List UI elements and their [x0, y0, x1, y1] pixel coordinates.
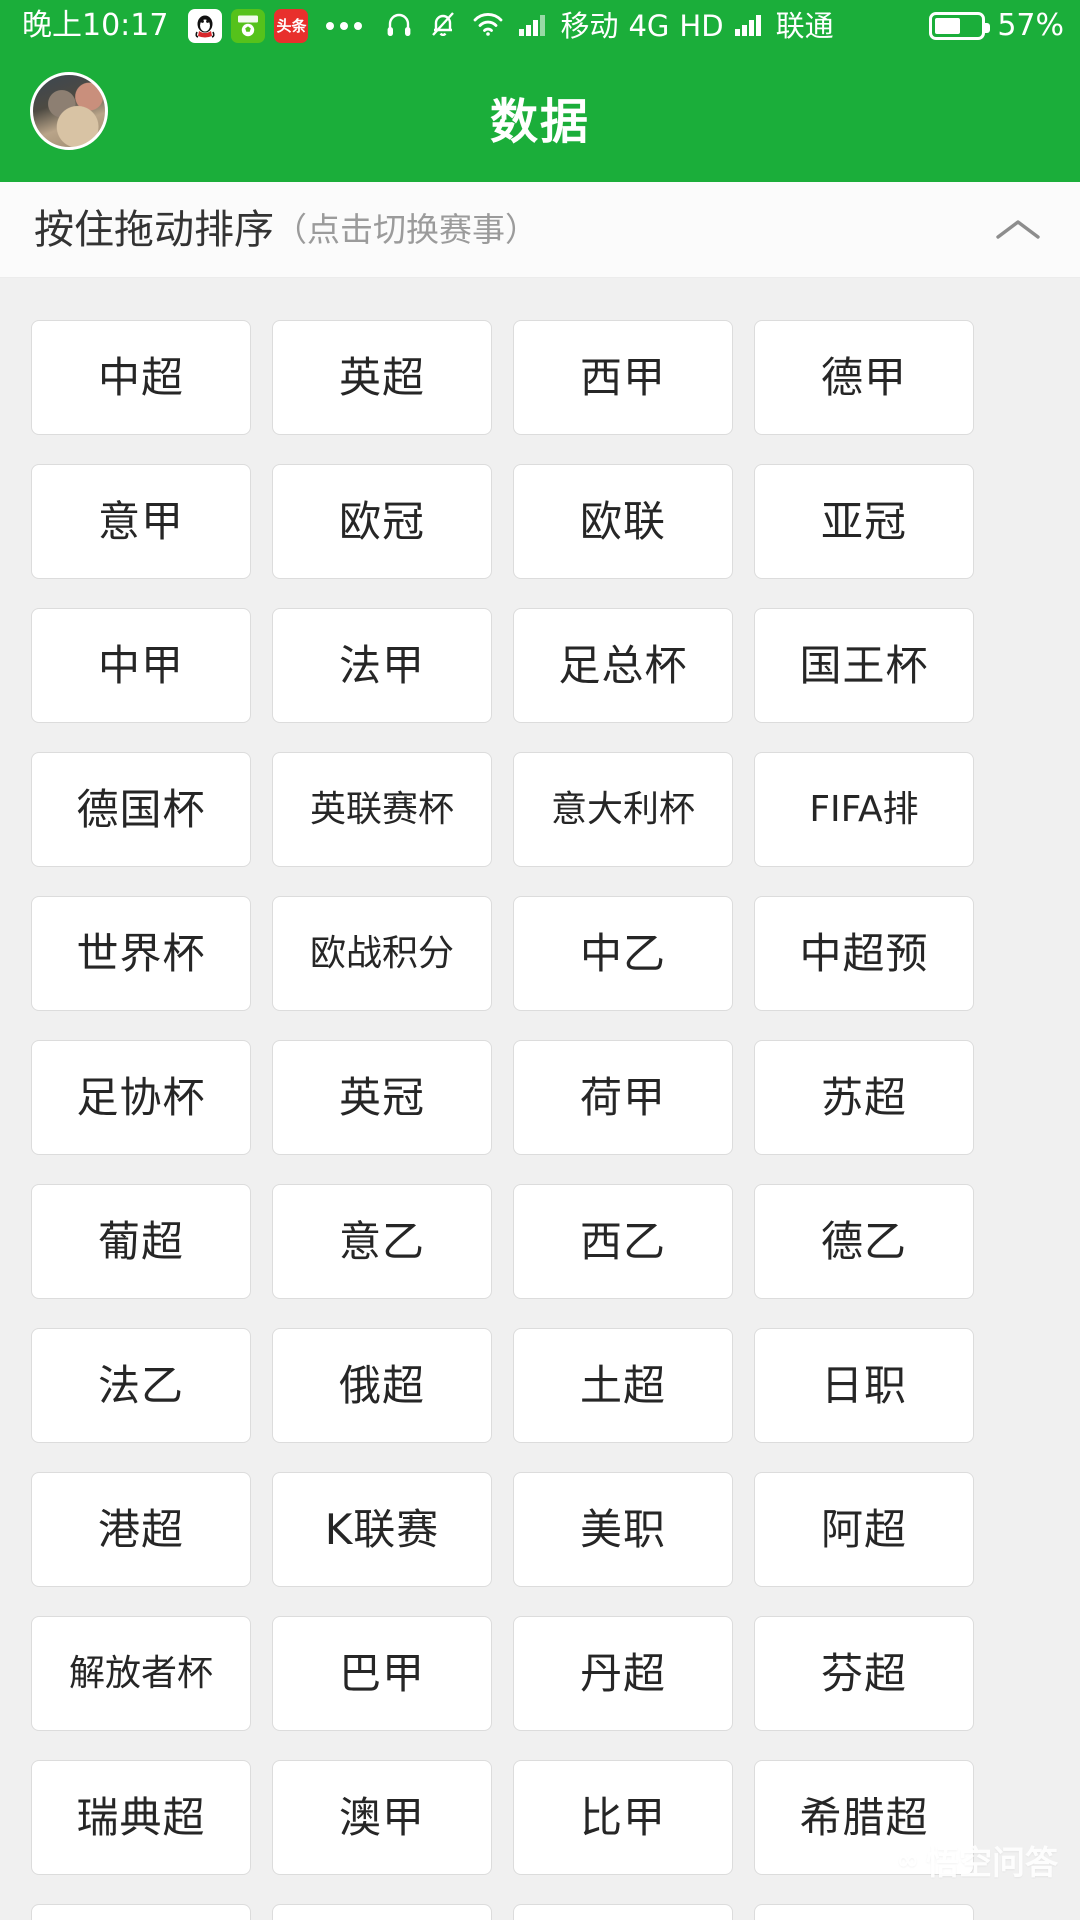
league-tile[interactable]: 亚冠	[754, 464, 974, 579]
league-tile[interactable]: 美职	[513, 1472, 733, 1587]
league-tile[interactable]: 德国杯	[31, 752, 251, 867]
league-tile[interactable]: 德乙	[754, 1184, 974, 1299]
league-tile[interactable]: 欧战积分	[272, 896, 492, 1011]
chevron-up-icon[interactable]	[990, 202, 1046, 258]
league-tile[interactable]: 西甲	[513, 320, 733, 435]
network-type-label: 4G	[628, 8, 670, 43]
signal-bars-2-icon	[734, 11, 766, 41]
league-tile[interactable]: 西乙	[513, 1184, 733, 1299]
league-tile[interactable]	[31, 1904, 251, 1920]
league-tile[interactable]: 巴甲	[272, 1616, 492, 1731]
league-tile[interactable]: 中超	[31, 320, 251, 435]
toutiao-icon: 头条	[274, 9, 309, 43]
battery-icon	[929, 12, 991, 40]
league-tile[interactable]: 荷甲	[513, 1040, 733, 1155]
league-grid: 中超 英超 西甲 德甲意甲 欧冠 欧联 亚冠中甲 法甲 足总杯 国王杯德国杯 英联赛杯 意大利杯 FIF…	[0, 279, 1080, 1920]
league-tile[interactable]: 国王杯	[754, 608, 974, 723]
league-tile[interactable]: 意大利杯	[513, 752, 733, 867]
carrier-1-label: 移动	[560, 8, 619, 43]
league-tile[interactable]: 欧联	[513, 464, 733, 579]
league-tile[interactable]: 德甲	[754, 320, 974, 435]
league-tile[interactable]: 瑞典超	[31, 1760, 251, 1875]
page-title: 数据	[489, 94, 590, 150]
league-tile[interactable]: K联赛	[272, 1472, 492, 1587]
league-tile[interactable]: 欧冠	[272, 464, 492, 579]
league-tile[interactable]: 意乙	[272, 1184, 492, 1299]
league-tile[interactable]: 丹超	[513, 1616, 733, 1731]
notification-app-icons: 头条	[188, 9, 309, 43]
league-tile[interactable]: 法甲	[272, 608, 492, 723]
sort-bar-main-label: 按住拖动排序	[34, 206, 274, 253]
league-tile[interactable]: 苏超	[754, 1040, 974, 1155]
league-tile[interactable]: 足协杯	[31, 1040, 251, 1155]
status-bar-icon-group	[384, 9, 550, 43]
carrier-2-label: 联通	[775, 8, 834, 43]
status-bar-clock: 晚上10:17	[22, 8, 169, 43]
football-app-icon	[231, 9, 266, 43]
league-tile[interactable]: 意甲	[31, 464, 251, 579]
league-tile[interactable]: 港超	[31, 1472, 251, 1587]
league-tile[interactable]	[754, 1904, 974, 1920]
league-tile[interactable]: 英冠	[272, 1040, 492, 1155]
battery-area: 57%	[929, 11, 1064, 41]
league-tile[interactable]: 土超	[513, 1328, 733, 1443]
league-tile[interactable]: 中乙	[513, 896, 733, 1011]
league-tile[interactable]: 葡超	[31, 1184, 251, 1299]
headphone-icon	[384, 9, 414, 43]
league-tile[interactable]: 澳甲	[272, 1760, 492, 1875]
wifi-icon	[472, 11, 504, 41]
battery-percent-label: 57%	[997, 8, 1064, 43]
bell-off-icon	[428, 9, 458, 43]
league-tile[interactable]	[272, 1904, 492, 1920]
phone-screen: 晚上10:17 头条 移动 4G HD 联通 57% 数据 按住拖动排序 （点击…	[0, 0, 1080, 1920]
qq-icon	[188, 9, 223, 43]
league-grid-scroll-area[interactable]: 中超 英超 西甲 德甲意甲 欧冠 欧联 亚冠中甲 法甲 足总杯 国王杯德国杯 英联赛杯 意大利杯 FIF…	[0, 279, 1080, 1920]
league-tile[interactable]: FIFA排	[754, 752, 974, 867]
sort-bar[interactable]: 按住拖动排序 （点击切换赛事）	[0, 182, 1080, 278]
league-tile[interactable]: 英联赛杯	[272, 752, 492, 867]
league-tile[interactable]: 法乙	[31, 1328, 251, 1443]
league-tile[interactable]: 日职	[754, 1328, 974, 1443]
league-tile[interactable]: 英超	[272, 320, 492, 435]
volte-hd-label: HD	[679, 8, 724, 43]
sort-bar-sub-label: （点击切换赛事）	[274, 210, 538, 249]
league-tile[interactable]: 中超预	[754, 896, 974, 1011]
status-bar: 晚上10:17 头条 移动 4G HD 联通 57%	[0, 0, 1080, 52]
signal-bars-icon	[518, 11, 550, 41]
league-tile[interactable]: 解放者杯	[31, 1616, 251, 1731]
league-tile[interactable]: 中甲	[31, 608, 251, 723]
league-tile[interactable]: 足总杯	[513, 608, 733, 723]
avatar[interactable]	[30, 72, 108, 150]
league-tile[interactable]: 阿超	[754, 1472, 974, 1587]
overflow-dots-icon	[326, 22, 363, 30]
league-tile[interactable]: 世界杯	[31, 896, 251, 1011]
league-tile[interactable]: 芬超	[754, 1616, 974, 1731]
league-tile[interactable]: 比甲	[513, 1760, 733, 1875]
app-header: 数据	[0, 52, 1080, 182]
league-tile[interactable]	[513, 1904, 733, 1920]
league-tile[interactable]: 希腊超	[754, 1760, 974, 1875]
toutiao-label: 头条	[276, 16, 307, 35]
league-tile[interactable]: 俄超	[272, 1328, 492, 1443]
